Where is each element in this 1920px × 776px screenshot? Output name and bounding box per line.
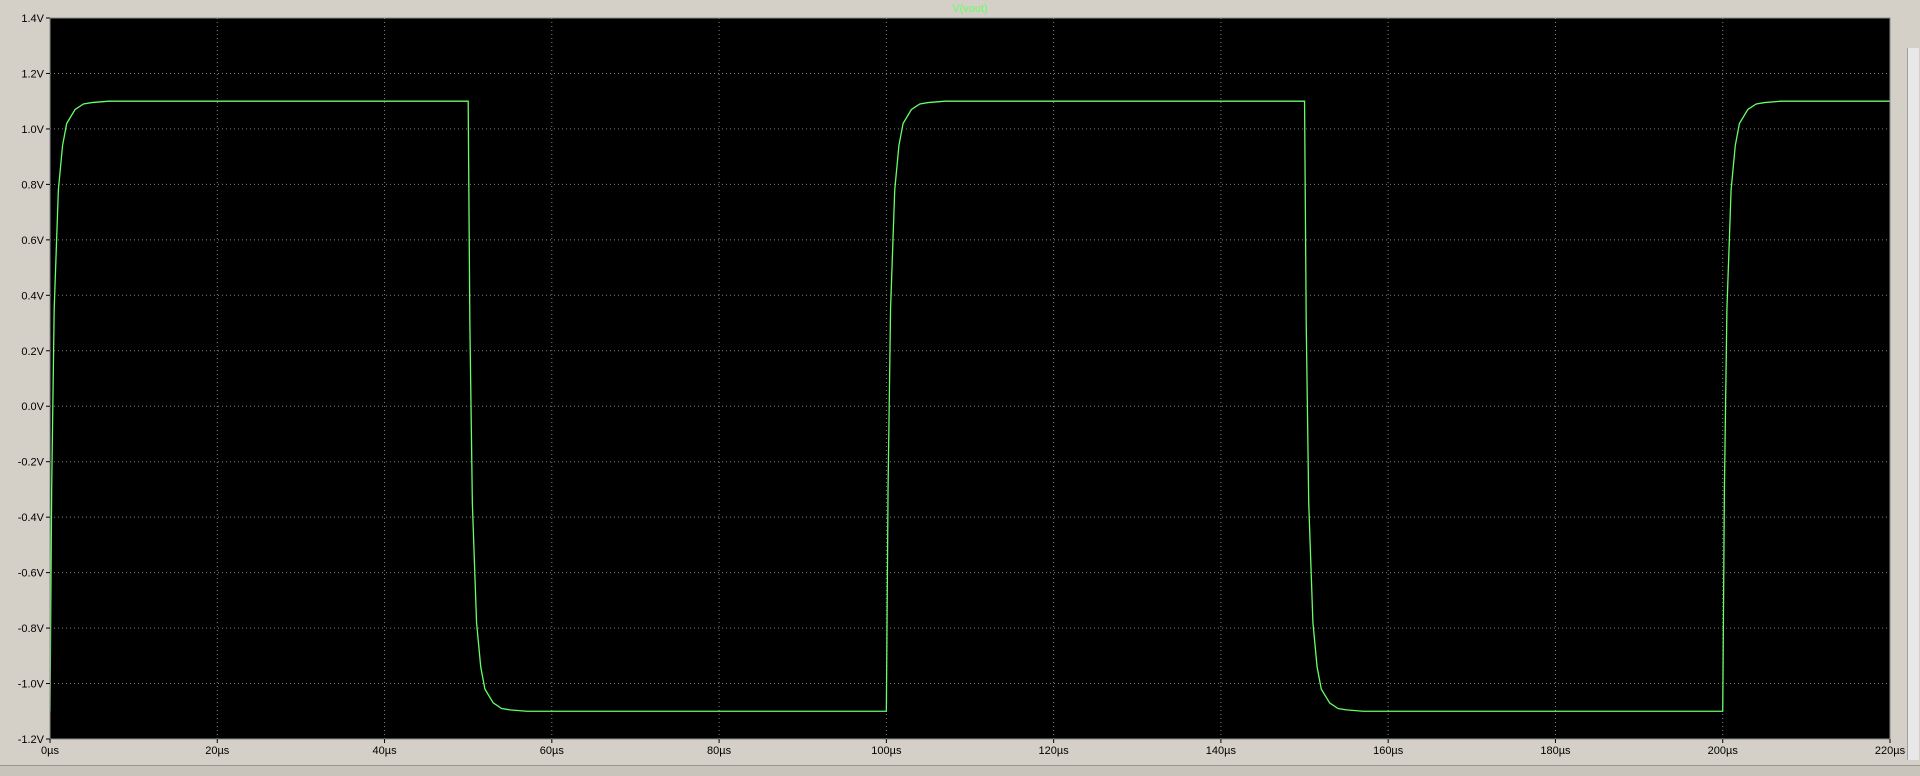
y-tick-label: -1.0V <box>18 679 45 691</box>
x-tick-label: 200µs <box>1708 745 1739 757</box>
x-tick-label: 40µs <box>373 745 398 757</box>
waveform-viewer-window: -1.2V -1.0V -0.8V -0.6V -0.4V -0.2V 0.0V 0.2V 0.… <box>0 0 1920 776</box>
y-tick-label: 0.6V <box>21 235 44 247</box>
status-strip <box>0 765 1920 776</box>
y-axis-ticks: -1.2V-1.0V-0.8V-0.6V-0.4V-0.2V0.0V0.2V0.… <box>18 13 50 746</box>
trace-title-label[interactable]: V(vout) <box>952 3 987 15</box>
y-tick-label: 1.2V <box>21 68 44 80</box>
x-tick-label: 0µs <box>41 745 59 757</box>
y-tick-label: -0.6V <box>18 568 45 580</box>
y-tick-label: -0.8V <box>18 623 45 635</box>
x-tick-label: 180µs <box>1540 745 1571 757</box>
x-tick-label: 220µs <box>1875 745 1906 757</box>
y-tick-label: 1.0V <box>21 124 44 136</box>
y-tick-label: 0.8V <box>21 179 44 191</box>
waveform-plot[interactable]: -1.2V-1.0V-0.8V-0.6V-0.4V-0.2V0.0V0.2V0.… <box>0 0 1920 775</box>
x-axis-ticks: 0µs 20µs 40µs 60µs 80µs 100µs 120µs 140µs 160µs 1… <box>41 739 1906 757</box>
x-tick-label: 160µs <box>1373 745 1404 757</box>
y-tick-label: -0.2V <box>18 457 45 469</box>
y-tick-label: 0.2V <box>21 346 44 358</box>
vertical-scrollbar[interactable] <box>1907 48 1919 760</box>
x-tick-label: 140µs <box>1206 745 1237 757</box>
x-tick-label: 20µs <box>205 745 230 757</box>
y-tick-label: 0.4V <box>21 290 44 302</box>
x-tick-label: 80µs <box>707 745 732 757</box>
x-tick-label: 60µs <box>540 745 565 757</box>
x-tick-label: 100µs <box>871 745 902 757</box>
plot-area[interactable] <box>50 18 1890 739</box>
x-tick-label: 120µs <box>1039 745 1070 757</box>
y-tick-label: 1.4V <box>21 13 44 25</box>
y-tick-label: 0.0V <box>21 401 44 413</box>
y-tick-label: -0.4V <box>18 512 45 524</box>
